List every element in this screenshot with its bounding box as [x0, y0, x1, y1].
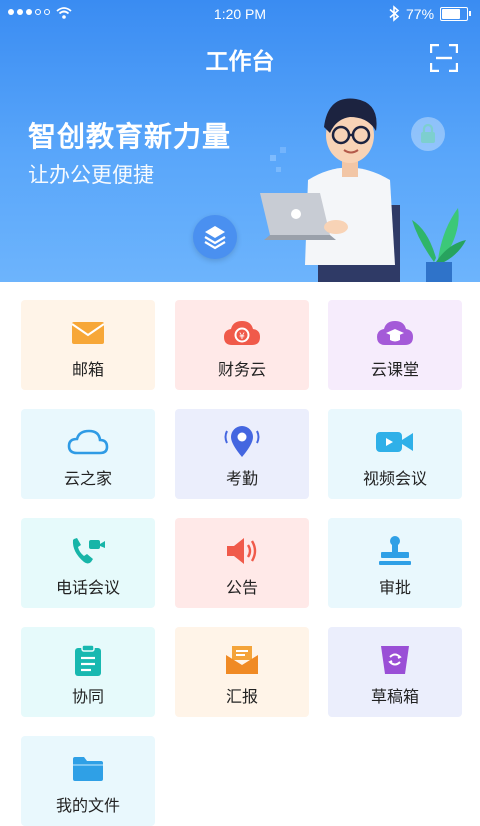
app-tile-video-meeting[interactable]: 视频会议: [328, 409, 462, 499]
app-tile-my-files[interactable]: 我的文件: [21, 736, 155, 826]
app-tile-label: 云之家: [63, 469, 112, 488]
app-tile-cloud-home[interactable]: 云之家: [21, 409, 155, 499]
app-tile-approval[interactable]: 审批: [328, 518, 462, 608]
header-banner: 1:20 PM 77% 工作台 智创教育新力量 让办公更便捷: [0, 0, 480, 282]
report-mail-icon: [226, 646, 258, 674]
lock-icon: [411, 117, 445, 151]
app-tile-report[interactable]: 汇报: [175, 627, 309, 717]
app-tile-mail[interactable]: 邮箱: [21, 300, 155, 390]
speaker-icon: [227, 538, 257, 564]
scan-icon[interactable]: [430, 44, 458, 72]
banner-subline: 让办公更便捷: [28, 163, 154, 187]
app-tile-label: 草稿箱: [370, 687, 419, 706]
phone-video-icon: [72, 538, 105, 564]
person-illustration: [260, 98, 400, 282]
svg-text:¥: ¥: [239, 332, 245, 342]
app-tile-label: 汇报: [225, 687, 258, 706]
finance-cloud-icon: ¥: [224, 321, 260, 345]
app-tile-label: 电话会议: [55, 578, 120, 597]
layers-icon[interactable]: [193, 215, 237, 259]
app-tile-finance-cloud[interactable]: ¥ 财务云: [175, 300, 309, 390]
status-bar: 1:20 PM 77%: [0, 0, 480, 28]
clipboard-icon: [75, 644, 101, 676]
app-tile-cloud-classroom[interactable]: 云课堂: [328, 300, 462, 390]
page-title: 工作台: [205, 49, 275, 75]
bluetooth-icon: [389, 5, 400, 22]
drafts-bin-icon: [381, 646, 409, 674]
app-tile-announcement[interactable]: 公告: [175, 518, 309, 608]
app-tile-phone-meeting[interactable]: 电话会议: [21, 518, 155, 608]
stamp-icon: [379, 536, 411, 565]
mail-icon: [72, 322, 104, 344]
app-tile-drafts[interactable]: 草稿箱: [328, 627, 462, 717]
app-tile-label: 考勤: [225, 469, 258, 488]
cloud-classroom-icon: [377, 321, 413, 345]
battery-icon: [440, 7, 471, 21]
banner-headline: 智创教育新力量: [28, 120, 232, 153]
app-tile-collaboration[interactable]: 协同: [21, 627, 155, 717]
app-tile-label: 审批: [378, 578, 411, 597]
folder-icon: [73, 757, 103, 781]
app-tile-label: 邮箱: [71, 360, 104, 379]
battery-percent: 77%: [406, 6, 435, 22]
app-tile-label: 云课堂: [370, 360, 419, 379]
app-tile-label: 公告: [225, 578, 258, 597]
app-tile-label: 我的文件: [55, 796, 120, 815]
location-pin-icon: [224, 426, 260, 457]
app-tile-label: 财务云: [217, 360, 266, 379]
cloud-icon: [67, 429, 109, 455]
app-tile-label: 视频会议: [362, 469, 427, 488]
app-tile-label: 协同: [71, 687, 104, 706]
plant-illustration: [412, 208, 466, 282]
app-tile-attendance[interactable]: 考勤: [175, 409, 309, 499]
video-camera-icon: [376, 432, 413, 452]
